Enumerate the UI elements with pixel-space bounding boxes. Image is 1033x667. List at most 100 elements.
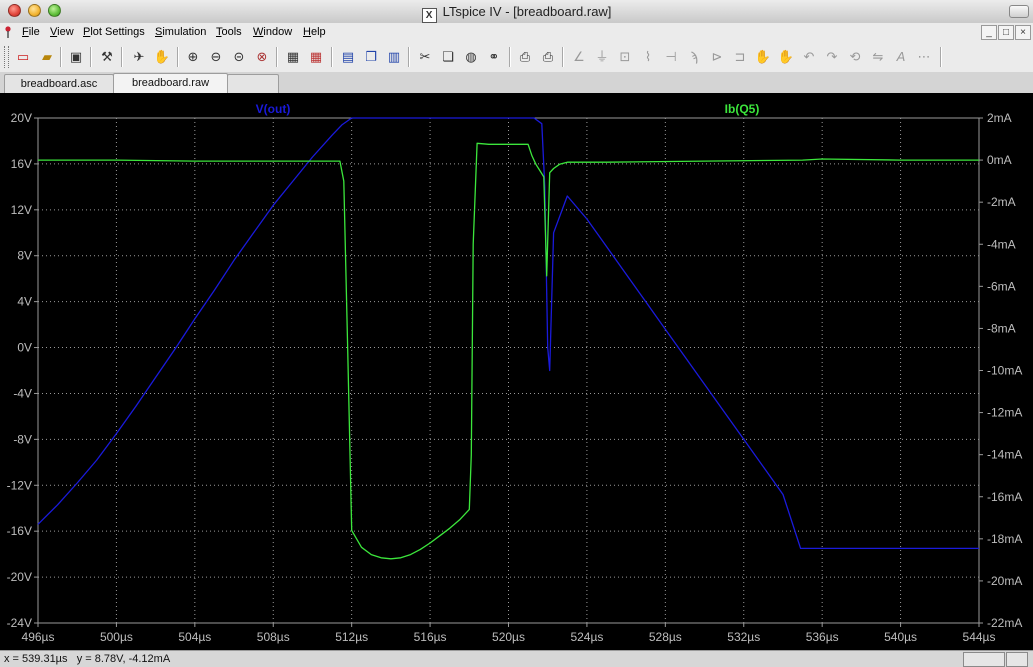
ground-icon[interactable]: ⏚ [593, 48, 611, 66]
right-tick-label: -16mA [987, 490, 1022, 504]
print-icon[interactable]: ⎙ [539, 48, 557, 66]
toolbar-separator [562, 47, 563, 67]
left-tick-label: -8V [13, 432, 32, 446]
right-tick-label: -6mA [987, 279, 1016, 293]
cursor-y: y = 8.78V, -4.12mA [76, 653, 171, 665]
menu-simulation[interactable]: Simulation [155, 26, 206, 38]
right-tick-label: -12mA [987, 406, 1022, 420]
move-icon[interactable]: ✋ [754, 48, 772, 66]
find-binoculars-icon[interactable]: ⚭ [485, 48, 503, 66]
right-tick-label: -8mA [987, 321, 1016, 335]
rotate-icon[interactable]: ⟲ [846, 48, 864, 66]
right-tick-label: 2mA [987, 111, 1012, 125]
copy-icon[interactable]: ❏ [439, 48, 457, 66]
right-tick-label: 0mA [987, 153, 1012, 167]
resistor-icon[interactable]: ⌇ [639, 48, 657, 66]
zoom-out-icon[interactable]: ⊖ [207, 48, 225, 66]
toolbar-separator [331, 47, 332, 67]
inductor-icon[interactable]: ϡ [685, 48, 703, 66]
menu-help[interactable]: Help [303, 26, 326, 38]
tile-vertical-icon[interactable]: ▥ [385, 48, 403, 66]
menu-plot-settings[interactable]: Plot Settings [83, 26, 145, 38]
left-tick-label: 8V [17, 249, 32, 263]
open-icon[interactable]: ▰ [38, 48, 56, 66]
window-title: X LTspice IV - [breadboard.raw] [0, 4, 1033, 23]
left-tick-label: -24V [7, 616, 32, 630]
x-tick-label: 496µs [22, 630, 55, 644]
x-tick-label: 512µs [335, 630, 368, 644]
diode-icon[interactable]: ⊳ [708, 48, 726, 66]
waveform-plot[interactable]: 496µs 500µs 504µs 508µs 512µs 516µs 520µs 524µs… [0, 93, 1030, 650]
control-panel-icon[interactable]: ⚒ [98, 48, 116, 66]
save-icon[interactable]: ▣ [67, 48, 85, 66]
x-tick-label: 536µs [806, 630, 839, 644]
toolbar: ▭ ▰ ▣ ⚒ ✈ ✋ ⊕ ⊖ ⊝ ⊗ ▦ ▦ ▤ ❐ ▥ ✂ ❏ ◍ ⚭ ⎙ … [0, 42, 1033, 73]
x-tick-label: 532µs [727, 630, 760, 644]
zoom-cancel-icon[interactable]: ⊗ [253, 48, 271, 66]
cascade-icon[interactable]: ❐ [362, 48, 380, 66]
text-icon[interactable]: A [892, 48, 910, 66]
tab-empty[interactable] [227, 74, 279, 93]
wire-icon[interactable]: ∠ [570, 48, 588, 66]
trace-ibq5 [38, 142, 979, 560]
x-tick-label: 508µs [257, 630, 290, 644]
menu-bar: File View Plot Settings Simulation Tools… [0, 23, 1033, 42]
left-tick-label: -4V [13, 386, 32, 400]
drag-icon[interactable]: ✋ [777, 48, 795, 66]
left-tick-label: 16V [11, 157, 32, 171]
axis-labels: 496µs 500µs 504µs 508µs 512µs 516µs 520µs 524µs… [7, 111, 1023, 644]
print-preview-icon[interactable]: ⎙ [516, 48, 534, 66]
x-tick-label: 500µs [100, 630, 133, 644]
menu-window[interactable]: Window [253, 26, 292, 38]
cursor-x: x = 539.31µs [4, 653, 68, 665]
menu-view[interactable]: View [50, 26, 74, 38]
left-tick-label: 4V [17, 295, 32, 309]
manual-limits-icon[interactable]: ▦ [307, 48, 325, 66]
waveform-viewer[interactable]: 496µs 500µs 504µs 508µs 512µs 516µs 520µs 524µs… [0, 93, 1033, 650]
toolbar-grip[interactable] [4, 46, 9, 68]
zoom-back-icon[interactable]: ⊝ [230, 48, 248, 66]
capacitor-icon[interactable]: ⊣ [662, 48, 680, 66]
autorange-icon[interactable]: ▦ [284, 48, 302, 66]
cut-icon[interactable]: ✂ [416, 48, 434, 66]
cursor-readout: x = 539.31µs y = 8.78V, -4.12mA [4, 651, 170, 667]
tile-horizontal-icon[interactable]: ▤ [339, 48, 357, 66]
mdi-controls: _ □ × [981, 25, 1031, 40]
undo-icon[interactable]: ↶ [800, 48, 818, 66]
status-bar: x = 539.31µs y = 8.78V, -4.12mA [0, 650, 1033, 667]
toolbar-separator [276, 47, 277, 67]
redo-icon[interactable]: ↷ [823, 48, 841, 66]
status-panel-small [1006, 652, 1028, 667]
left-tick-label: -16V [7, 524, 32, 538]
spice-directive-icon[interactable]: ⋯ [915, 48, 933, 66]
right-tick-label: -22mA [987, 616, 1022, 630]
left-tick-label: -20V [7, 570, 32, 584]
x-tick-label: 504µs [178, 630, 211, 644]
find-icon[interactable]: ◍ [462, 48, 480, 66]
component-icon[interactable]: ⊐ [731, 48, 749, 66]
x-tick-label: 516µs [414, 630, 447, 644]
toolbar-separator [121, 47, 122, 67]
halt-icon[interactable]: ✋ [153, 48, 171, 66]
legend-ibq5: Ib(Q5) [725, 102, 760, 116]
toolbar-toggle-button[interactable] [1009, 5, 1029, 18]
tab-breadboard-asc[interactable]: breadboard.asc [4, 74, 114, 93]
tab-breadboard-raw[interactable]: breadboard.raw [113, 73, 228, 94]
right-tick-label: -2mA [987, 195, 1016, 209]
left-tick-label: 0V [17, 341, 32, 355]
plot-grid [34, 117, 983, 627]
label-icon[interactable]: ⊡ [616, 48, 634, 66]
window-title-text: LTspice IV - [breadboard.raw] [442, 4, 612, 19]
zoom-in-icon[interactable]: ⊕ [184, 48, 202, 66]
new-schematic-icon[interactable]: ▭ [14, 48, 32, 66]
menu-file[interactable]: File [22, 26, 40, 38]
menu-tools[interactable]: Tools [216, 26, 242, 38]
legend-vout: V(out) [256, 102, 291, 116]
mdi-close-button[interactable]: × [1015, 25, 1031, 40]
document-tabs: breadboard.asc breadboard.raw [0, 72, 1033, 94]
mdi-minimize-button[interactable]: _ [981, 25, 997, 40]
run-icon[interactable]: ✈ [130, 48, 148, 66]
mirror-icon[interactable]: ⇋ [869, 48, 887, 66]
mdi-restore-button[interactable]: □ [998, 25, 1014, 40]
toolbar-separator [940, 47, 941, 67]
